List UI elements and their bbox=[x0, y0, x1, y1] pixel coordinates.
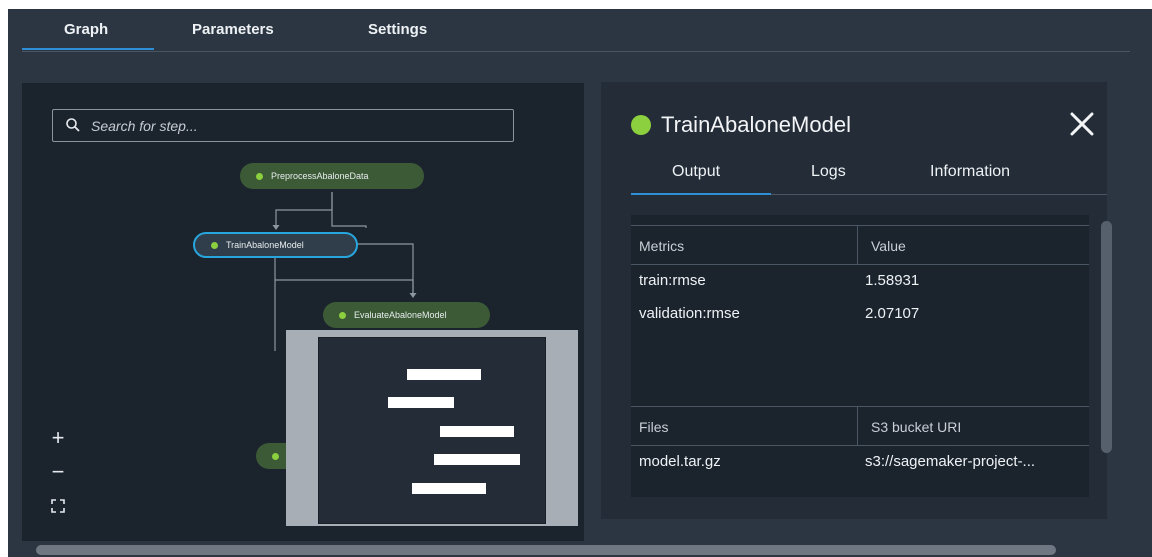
column-header-s3-uri: S3 bucket URI bbox=[871, 419, 962, 435]
minimap-node bbox=[440, 426, 514, 437]
status-dot-icon bbox=[256, 172, 263, 180]
active-tab-indicator bbox=[22, 48, 154, 50]
files-table-header: Files S3 bucket URI bbox=[631, 406, 1089, 446]
column-header-files: Files bbox=[639, 419, 669, 435]
horizontal-scrollbar[interactable] bbox=[36, 545, 1056, 555]
zoom-out-button[interactable]: − bbox=[42, 455, 74, 489]
minimap-node bbox=[412, 483, 486, 494]
step-title: TrainAbaloneModel bbox=[631, 112, 851, 138]
column-header-value: Value bbox=[871, 238, 906, 254]
node-label: TrainAbaloneModel bbox=[226, 240, 304, 250]
status-dot-icon bbox=[211, 241, 218, 249]
tab-graph[interactable]: Graph bbox=[64, 21, 108, 38]
metric-value: 1.58931 bbox=[865, 272, 920, 289]
minimap-node bbox=[388, 397, 454, 408]
node-label: EvaluateAbaloneModel bbox=[354, 310, 447, 320]
graph-node-evaluate[interactable]: EvaluateAbaloneModel bbox=[323, 302, 490, 328]
graph-node-preprocess[interactable]: PreprocessAbaloneData bbox=[240, 163, 424, 189]
column-separator bbox=[857, 407, 858, 445]
metric-name: validation:rmse bbox=[639, 305, 740, 322]
minimap-node bbox=[434, 454, 520, 465]
status-dot-icon bbox=[631, 115, 651, 135]
status-dot-icon bbox=[339, 311, 346, 319]
tab-information[interactable]: Information bbox=[930, 163, 1010, 181]
step-title-text: TrainAbaloneModel bbox=[661, 112, 851, 137]
column-separator bbox=[857, 226, 858, 264]
fit-view-button[interactable] bbox=[42, 489, 74, 523]
output-tables: Metrics Value train:rmse 1.58931 validat… bbox=[631, 215, 1089, 497]
metrics-table-header: Metrics Value bbox=[631, 225, 1089, 265]
step-search-input[interactable] bbox=[89, 114, 503, 138]
active-tab-indicator bbox=[631, 193, 771, 195]
graph-minimap[interactable] bbox=[286, 330, 578, 526]
details-vertical-scrollbar[interactable] bbox=[1101, 221, 1112, 453]
minimap-viewport[interactable] bbox=[318, 337, 546, 524]
graph-panel[interactable]: PreprocessAbaloneData TrainAbaloneModel … bbox=[22, 83, 584, 541]
file-name: model.tar.gz bbox=[639, 453, 721, 470]
zoom-controls: + − bbox=[42, 421, 74, 529]
graph-node-train[interactable]: TrainAbaloneModel bbox=[193, 232, 358, 258]
s3-uri-link[interactable]: s3://sagemaker-project-... bbox=[865, 453, 1035, 470]
metric-value: 2.07107 bbox=[865, 305, 920, 322]
step-search-box[interactable] bbox=[52, 109, 514, 142]
main-tabs: Graph Parameters Settings bbox=[22, 9, 1130, 52]
search-icon bbox=[66, 118, 80, 132]
status-dot-icon bbox=[272, 452, 279, 460]
node-label: PreprocessAbaloneData bbox=[271, 171, 369, 181]
tab-output[interactable]: Output bbox=[672, 163, 720, 181]
tab-parameters[interactable]: Parameters bbox=[192, 21, 274, 38]
step-details-panel: TrainAbaloneModel Output Logs Informatio… bbox=[601, 82, 1107, 519]
fit-view-icon bbox=[51, 499, 65, 513]
column-header-metrics: Metrics bbox=[639, 238, 685, 254]
app-window: Graph Parameters Settings Search for ste… bbox=[8, 9, 1152, 557]
zoom-in-button[interactable]: + bbox=[42, 421, 74, 455]
tab-logs[interactable]: Logs bbox=[811, 163, 846, 181]
metric-name: train:rmse bbox=[639, 272, 706, 289]
close-icon[interactable] bbox=[1067, 109, 1097, 139]
tab-settings[interactable]: Settings bbox=[368, 21, 427, 38]
minimap-node bbox=[407, 369, 481, 380]
